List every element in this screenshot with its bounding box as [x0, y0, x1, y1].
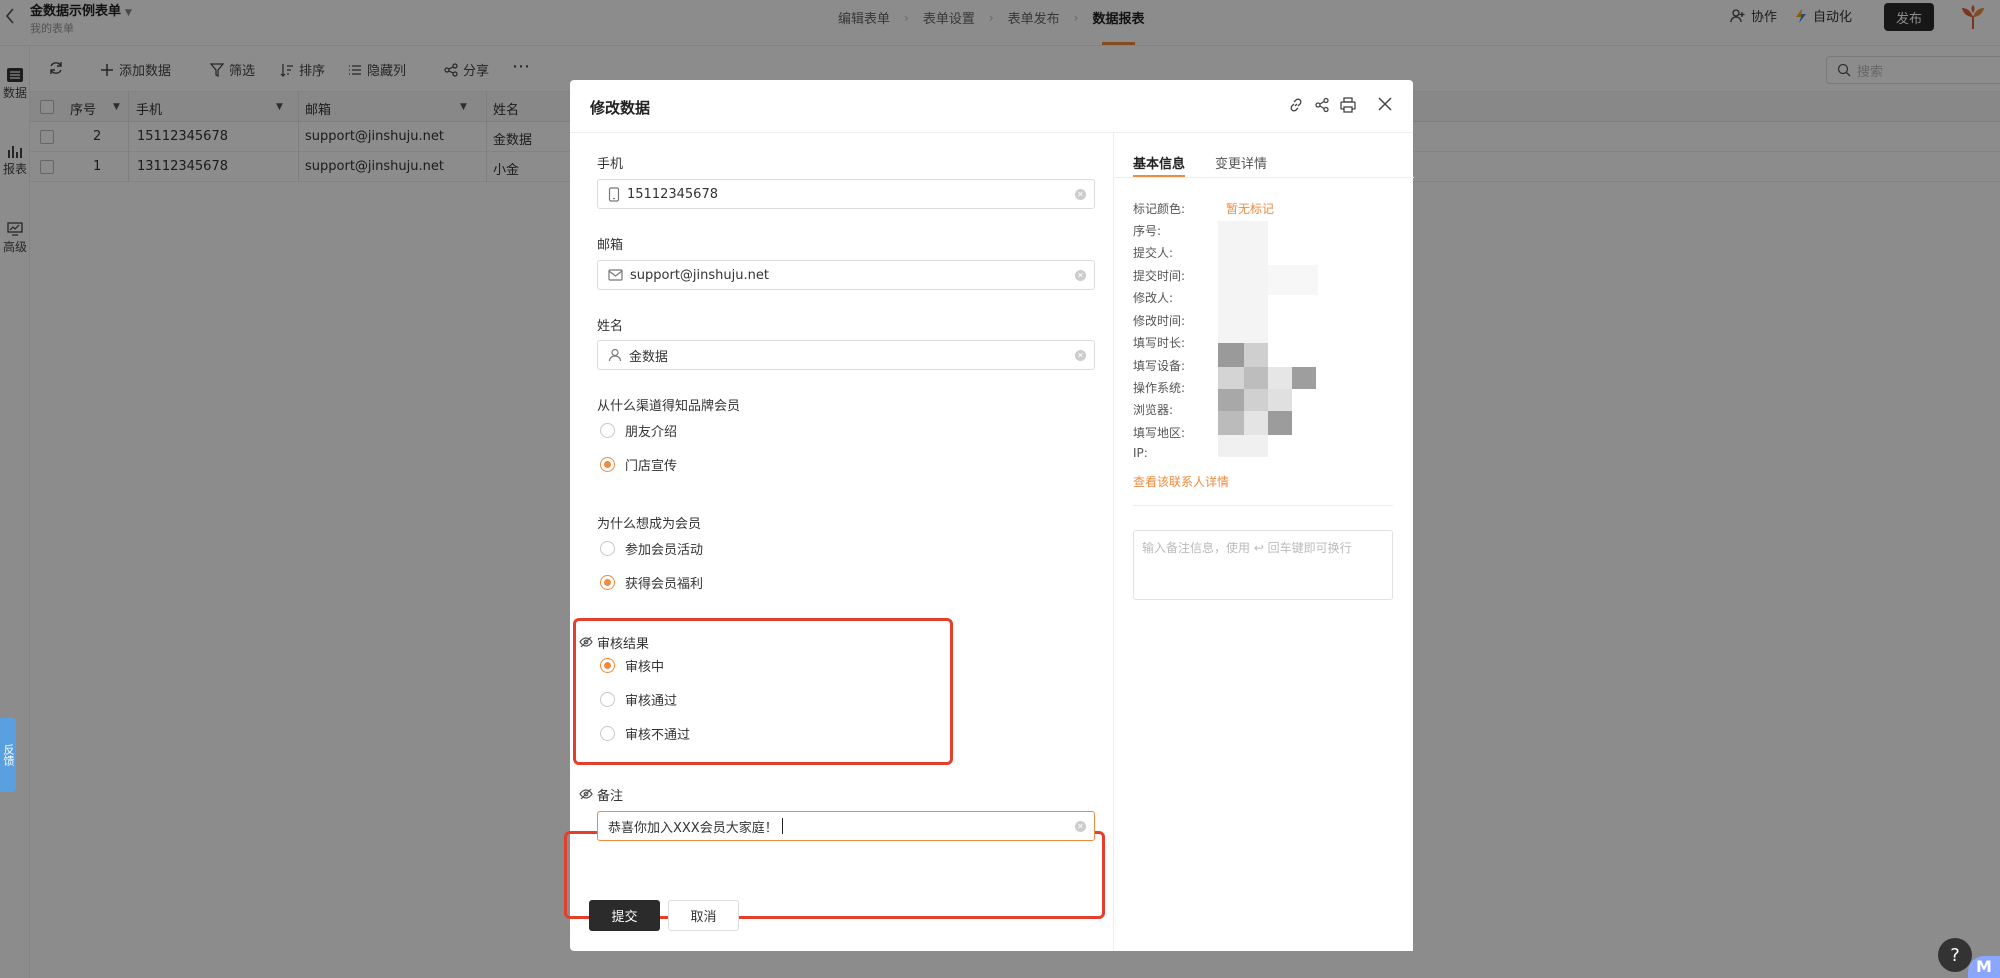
radio-label: 获得会员福利	[625, 577, 704, 592]
tab-change-details[interactable]: 变更详情	[1215, 153, 1267, 172]
phone-label: 手机	[597, 157, 624, 172]
radio-circle[interactable]	[600, 692, 615, 707]
remark-label: 备注	[597, 789, 624, 804]
radio-circle[interactable]	[600, 423, 615, 438]
radio-friend-referral[interactable]: 朋友介绍	[600, 421, 677, 440]
radio-circle[interactable]	[600, 726, 615, 741]
email-label: 邮箱	[597, 238, 624, 253]
radio-label: 参加会员活动	[625, 543, 704, 558]
name-field[interactable]: 金数据 ✕	[597, 340, 1095, 370]
radio-under-review[interactable]: 审核中	[600, 656, 664, 675]
radio-label: 审核通过	[625, 694, 678, 709]
clear-icon[interactable]: ✕	[1075, 189, 1086, 200]
form-pane: 手机 15112345678 ✕ 邮箱 support@jinshuju.net…	[564, 133, 1113, 951]
clear-icon[interactable]: ✕	[1075, 821, 1086, 832]
edit-data-modal: 修改数据 手机 15112345678 ✕ 邮箱 support@jinshuj…	[564, 80, 1414, 951]
radio-label: 审核中	[625, 660, 665, 675]
submit-button[interactable]: 提交	[589, 900, 660, 931]
meta-device-label: 填写设备:	[1133, 359, 1186, 373]
eye-hidden-icon	[579, 636, 593, 648]
radio-member-events[interactable]: 参加会员活动	[600, 539, 703, 558]
cancel-button[interactable]: 取消	[668, 900, 739, 931]
phone-field[interactable]: 15112345678 ✕	[597, 179, 1095, 209]
radio-member-benefits[interactable]: 获得会员福利	[600, 573, 703, 592]
meta-submitter-label: 提交人:	[1133, 246, 1174, 260]
close-icon[interactable]	[1378, 97, 1392, 111]
radio-store-promo[interactable]: 门店宣传	[600, 455, 677, 474]
meta-submit-time-label: 提交时间:	[1133, 269, 1186, 283]
feedback-tab[interactable]: 反馈	[0, 718, 16, 792]
meta-os-label: 操作系统:	[1133, 381, 1186, 395]
mail-icon	[608, 269, 623, 281]
meta-seq-label: 序号:	[1133, 224, 1162, 238]
link-icon[interactable]	[1288, 97, 1304, 113]
share-icon[interactable]	[1314, 97, 1330, 113]
q2-label: 为什么想成为会员	[597, 517, 702, 532]
meta-ip-label: IP:	[1133, 446, 1148, 460]
email-field[interactable]: support@jinshuju.net ✕	[597, 260, 1095, 290]
view-contact-link[interactable]: 查看该联系人详情	[1133, 473, 1229, 490]
radio-label: 审核不通过	[625, 728, 691, 743]
meta-browser-label: 浏览器:	[1133, 403, 1174, 417]
name-label: 姓名	[597, 319, 624, 334]
radio-label: 朋友介绍	[625, 425, 678, 440]
meta-region-label: 填写地区:	[1133, 426, 1186, 440]
remark-field[interactable]: 恭喜你加入XXX会员大家庭！ ✕	[597, 811, 1095, 841]
help-button[interactable]: ?	[1938, 938, 1972, 972]
phone-icon	[608, 186, 620, 202]
radio-circle-selected[interactable]	[600, 658, 615, 673]
radio-circle-selected[interactable]	[600, 457, 615, 472]
radio-label: 门店宣传	[625, 459, 678, 474]
radio-approved[interactable]: 审核通过	[600, 690, 677, 709]
clear-icon[interactable]: ✕	[1075, 350, 1086, 361]
phone-value: 15112345678	[627, 186, 718, 202]
info-pane: 基本信息 变更详情 标记颜色: 暂无标记 序号: 提交人: 提交时间: 修改人:…	[1113, 133, 1414, 951]
tab-divider	[1114, 177, 1414, 178]
clear-icon[interactable]: ✕	[1075, 270, 1086, 281]
note-input[interactable]: 输入备注信息，使用 ↩ 回车键即可换行	[1133, 530, 1393, 600]
divider	[1133, 505, 1393, 506]
radio-circle[interactable]	[600, 541, 615, 556]
radio-circle-selected[interactable]	[600, 575, 615, 590]
assistant-logo-icon[interactable]: M	[1968, 956, 2000, 978]
mark-color-value[interactable]: 暂无标记	[1226, 200, 1274, 217]
tab-basic-info[interactable]: 基本信息	[1133, 153, 1186, 177]
modal-header: 修改数据	[570, 80, 1413, 133]
meta-duration-label: 填写时长:	[1133, 336, 1186, 350]
text-cursor	[781, 818, 783, 834]
user-icon	[608, 348, 622, 362]
review-label: 审核结果	[597, 637, 650, 652]
meta-modify-time-label: 修改时间:	[1133, 314, 1186, 328]
eye-hidden-icon	[579, 788, 593, 800]
modal-title: 修改数据	[590, 99, 651, 117]
print-icon[interactable]	[1340, 97, 1356, 113]
meta-mark-color-label: 标记颜色:	[1133, 202, 1186, 216]
name-value: 金数据	[629, 349, 669, 365]
radio-rejected[interactable]: 审核不通过	[600, 724, 690, 743]
email-value: support@jinshuju.net	[630, 267, 769, 283]
remark-value: 恭喜你加入XXX会员大家庭！	[608, 820, 778, 836]
meta-modifier-label: 修改人:	[1133, 291, 1174, 305]
q1-label: 从什么渠道得知品牌会员	[597, 399, 741, 414]
